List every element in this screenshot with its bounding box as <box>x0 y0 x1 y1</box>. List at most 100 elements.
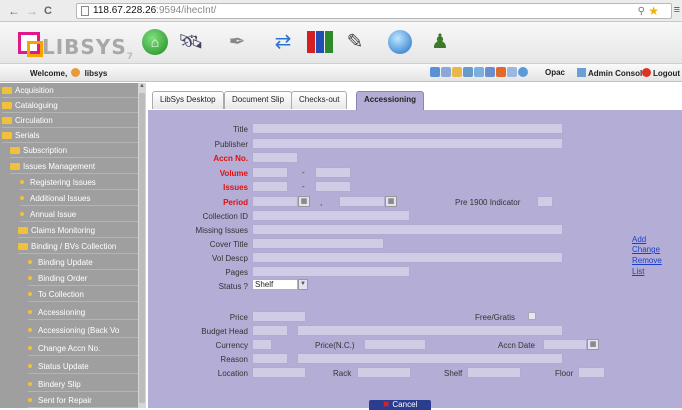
period-comma: , <box>320 198 323 207</box>
location-field[interactable] <box>252 367 306 378</box>
volume-from-field[interactable] <box>252 167 288 178</box>
mail-icon[interactable] <box>485 67 495 77</box>
budget-head-code-field[interactable] <box>252 325 288 336</box>
issues-from-field[interactable] <box>252 181 288 192</box>
rack-field[interactable] <box>357 367 411 378</box>
status-select[interactable]: Shelf <box>252 279 298 290</box>
sidebar-item-claims-monitoring[interactable]: Claims Monitoring <box>18 223 146 238</box>
calendar-icon[interactable]: ▦ <box>587 339 599 350</box>
sidebar-item-subscription[interactable]: Subscription <box>10 143 146 158</box>
pages-field[interactable] <box>252 266 410 277</box>
sidebar-item-serials[interactable]: Serials <box>2 128 140 143</box>
reason-code-field[interactable] <box>252 353 288 364</box>
sidebar-item-acquisition[interactable]: Acquisition <box>2 83 140 98</box>
folder-icon[interactable] <box>452 67 462 77</box>
cancel-button[interactable]: ✖ Cancel <box>369 400 431 410</box>
pen-icon[interactable]: ✒ <box>222 27 252 57</box>
pen-small-icon[interactable] <box>463 67 473 77</box>
calendar-icon[interactable]: ▦ <box>385 196 397 207</box>
info-icon[interactable] <box>518 67 528 77</box>
vol-descp-field[interactable] <box>252 252 563 263</box>
home-icon[interactable]: ⌂ <box>140 27 170 57</box>
message-icon[interactable] <box>507 67 517 77</box>
currency-field[interactable] <box>252 339 272 350</box>
pre1900-field[interactable] <box>537 196 553 207</box>
sidebar-item-additional-issues[interactable]: Additional Issues <box>20 191 146 206</box>
remove-link[interactable]: Remove <box>632 256 662 265</box>
address-bar[interactable]: 118.67.228.26:9594/ihecInt/ ⚲ ★ <box>76 3 672 19</box>
tab-libsys-desktop[interactable]: LibSys Desktop <box>152 91 224 109</box>
ruler-pencil-icon[interactable]: ✎ <box>340 27 370 57</box>
tab-checks-out[interactable]: Checks-out <box>291 91 348 109</box>
sidebar-item-circulation[interactable]: Circulation <box>2 113 140 128</box>
bookmark-star-icon[interactable]: ★ <box>648 4 659 18</box>
collection-id-field[interactable] <box>252 210 410 221</box>
sidebar-item-binding-collection[interactable]: Binding / BVs Collection <box>18 239 146 254</box>
sidebar-scrollbar[interactable]: ▲ <box>138 83 146 408</box>
reload-icon[interactable]: C <box>44 4 52 18</box>
floor-field[interactable] <box>578 367 605 378</box>
period-to-field[interactable] <box>339 196 385 207</box>
currency-label: Currency <box>215 341 248 350</box>
chevron-down-icon[interactable]: ▼ <box>298 279 308 290</box>
period-from-field[interactable] <box>252 196 298 207</box>
list-link[interactable]: List <box>632 267 644 276</box>
add-link[interactable]: Add <box>632 235 646 244</box>
accn-date-label: Accn Date <box>498 341 535 350</box>
sidebar-item-cataloguing[interactable]: Cataloguing <box>2 98 140 113</box>
publisher-label: Publisher <box>214 140 248 149</box>
calendar-icon[interactable] <box>441 67 451 77</box>
price-nc-field[interactable] <box>364 339 426 350</box>
search-icon[interactable] <box>474 67 484 77</box>
forward-icon[interactable]: → <box>26 4 38 18</box>
sidebar-item-bindery-slip[interactable]: Bindery Slip <box>28 377 146 392</box>
missing-issues-field[interactable] <box>252 224 563 235</box>
sync-icon[interactable]: ⇄ <box>268 27 298 57</box>
sidebar-item-label: Binding / BVs Collection <box>31 242 117 251</box>
sidebar-item-binding-order[interactable]: Binding Order <box>28 271 146 286</box>
rss-icon[interactable] <box>496 67 506 77</box>
scroll-up-icon[interactable]: ▲ <box>138 83 146 92</box>
accn-no-field[interactable] <box>252 152 298 163</box>
opac-link[interactable]: Opac <box>545 68 565 77</box>
pages-label: Pages <box>225 268 248 277</box>
help-icon[interactable] <box>430 67 440 77</box>
volume-to-field[interactable] <box>315 167 351 178</box>
tab-accessioning[interactable]: Accessioning <box>356 91 425 112</box>
logout-link[interactable]: Logout <box>642 68 680 78</box>
sidebar-item-registering-issues[interactable]: Registering Issues <box>20 175 146 190</box>
collection-id-label: Collection ID <box>202 212 248 221</box>
globe-icon[interactable] <box>385 27 415 57</box>
publisher-field[interactable] <box>252 138 563 149</box>
satellite-icon[interactable]: 🛰 <box>176 27 206 57</box>
zoom-icon[interactable]: ⚲ <box>638 5 645 19</box>
scrollbar-thumb[interactable] <box>139 93 145 403</box>
sidebar-item-binding-update[interactable]: Binding Update <box>28 255 146 270</box>
issues-to-field[interactable] <box>315 181 351 192</box>
shelf-field[interactable] <box>467 367 521 378</box>
calendar-icon[interactable]: ▦ <box>298 196 310 207</box>
sidebar-item-status-update[interactable]: Status Update <box>28 359 146 374</box>
sidebar-item-sent-for-repair[interactable]: Sent for Repair <box>28 393 146 408</box>
title-field[interactable] <box>252 123 563 134</box>
sidebar-item-change-accn-no[interactable]: Change Accn No. <box>28 341 146 356</box>
back-icon[interactable]: ← <box>8 4 20 18</box>
admin-console-link[interactable]: Admin Console <box>577 68 647 78</box>
books-icon[interactable] <box>305 27 335 57</box>
cover-title-field[interactable] <box>252 238 384 249</box>
reason-field[interactable] <box>297 353 563 364</box>
tab-document-slip[interactable]: Document Slip <box>224 91 293 109</box>
sidebar-item-issues-management[interactable]: Issues Management <box>10 159 146 174</box>
free-gratis-checkbox[interactable] <box>528 312 536 320</box>
folder-icon <box>18 227 28 234</box>
users-icon[interactable]: ♟ <box>425 27 455 57</box>
browser-menu-icon[interactable]: ≡ <box>674 4 680 16</box>
sidebar-item-accessioning-back-volumes[interactable]: Accessioning (Back Vo <box>28 323 146 338</box>
sidebar-item-accessioning[interactable]: Accessioning <box>28 305 146 320</box>
change-link[interactable]: Change <box>632 245 660 254</box>
accn-date-field[interactable] <box>543 339 587 350</box>
price-field[interactable] <box>252 311 306 322</box>
sidebar-item-to-collection[interactable]: To Collection <box>28 287 146 302</box>
budget-head-field[interactable] <box>297 325 563 336</box>
sidebar-item-annual-issue[interactable]: Annual Issue <box>20 207 146 222</box>
